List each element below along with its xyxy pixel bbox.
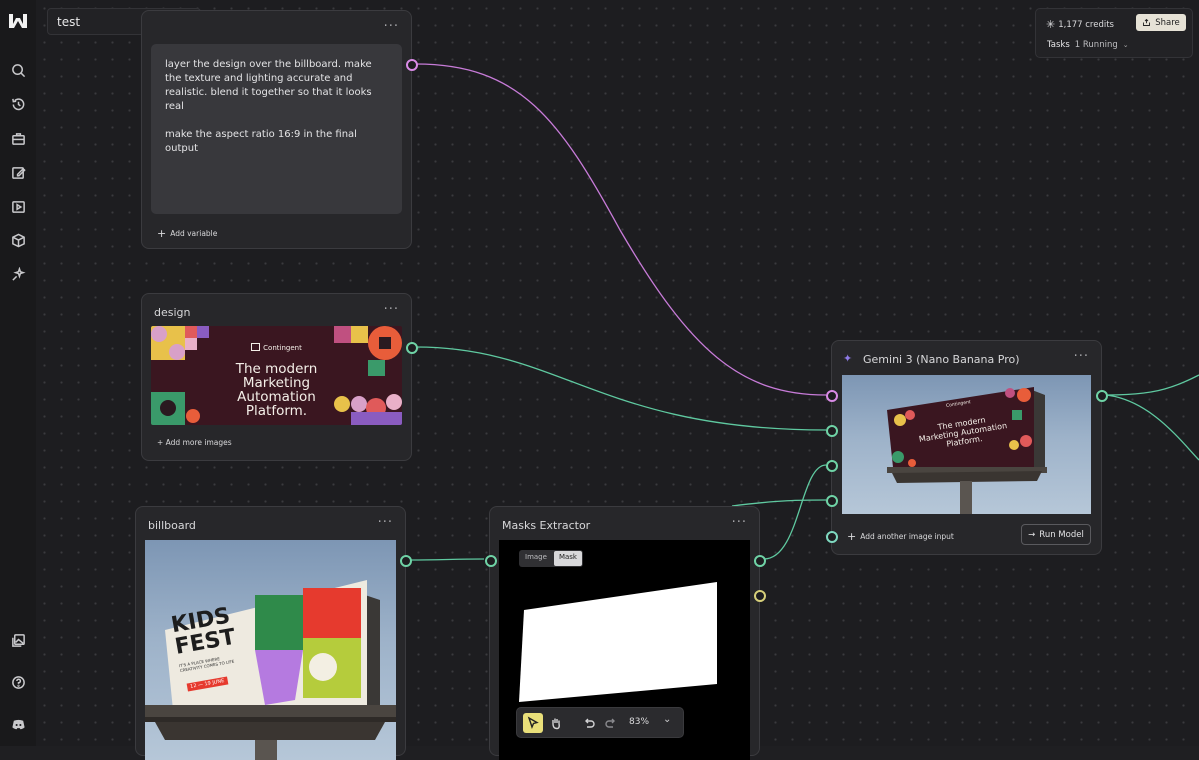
redo-button[interactable] [601, 713, 621, 733]
gemini-output-image: Contingent The modern Marketing Automati… [842, 375, 1091, 514]
add-image-input-button[interactable]: + Add another image input [847, 530, 954, 543]
add-more-images-label: + Add more images [157, 438, 232, 447]
chevron-down-icon: ⌄ [1122, 41, 1129, 49]
prompt-textarea[interactable]: layer the design over the billboard. mak… [151, 44, 402, 214]
pan-tool-button[interactable] [546, 713, 566, 733]
zoom-chevron-down-icon[interactable]: ⌄ [663, 714, 671, 725]
masks-input-port[interactable] [485, 555, 497, 567]
billboard-node-title: billboard [148, 519, 196, 532]
image-mask-toggle[interactable]: Image Mask [519, 550, 583, 567]
billboard-image: KIDS FEST IT'S A PLACE WHERE CREATIVITY … [145, 540, 396, 760]
gemini-sparkle-icon: ✦ [843, 352, 853, 365]
gemini-node-menu-icon[interactable]: ··· [1074, 349, 1089, 364]
share-label: Share [1155, 17, 1180, 28]
gemini-node[interactable]: ✦ Gemini 3 (Nano Banana Pro) ··· Conting… [831, 340, 1102, 555]
gemini-node-title: Gemini 3 (Nano Banana Pro) [863, 353, 1020, 366]
run-model-button[interactable]: → Run Model [1021, 524, 1091, 545]
masks-output-port-mask[interactable] [754, 590, 766, 602]
masks-node-menu-icon[interactable]: ··· [732, 515, 747, 530]
plus-icon: + [847, 530, 857, 543]
search-icon[interactable] [8, 60, 28, 80]
gemini-output-port[interactable] [1096, 390, 1108, 402]
left-sidebar [0, 0, 37, 746]
gallery-icon[interactable] [8, 630, 28, 650]
prompt-node[interactable]: ··· layer the design over the billboard.… [141, 10, 412, 249]
cube-icon[interactable] [8, 230, 28, 250]
hand-icon [552, 718, 560, 730]
sparkle-wand-icon[interactable] [8, 264, 28, 284]
banner-logo-text: Contingent [151, 343, 402, 352]
add-variable-label: Add variable [170, 229, 218, 238]
discord-icon[interactable] [8, 714, 28, 734]
run-model-label: Run Model [1039, 529, 1084, 540]
history-icon[interactable] [8, 94, 28, 114]
undo-button[interactable] [579, 713, 599, 733]
tab-image[interactable]: Image [520, 551, 552, 566]
credits-panel: ✳ 1,177 credits Share Tasks 1 Running ⌄ [1035, 8, 1193, 58]
add-more-images-button[interactable]: + Add more images [157, 438, 232, 447]
undo-icon [585, 718, 595, 728]
video-icon[interactable] [8, 196, 28, 216]
tasks-label: Tasks [1047, 40, 1070, 50]
gemini-input-port-4[interactable] [826, 531, 838, 543]
prompt-output-port[interactable] [406, 59, 418, 71]
briefcase-icon[interactable] [8, 128, 28, 148]
help-icon[interactable] [8, 672, 28, 692]
gemini-input-port-1[interactable] [826, 425, 838, 437]
design-image: Contingent The modern Marketing Automati… [151, 326, 402, 425]
cursor-icon [527, 716, 539, 729]
design-output-port[interactable] [406, 342, 418, 354]
billboard-node-menu-icon[interactable]: ··· [378, 515, 393, 530]
app-logo-icon[interactable] [7, 12, 29, 30]
zoom-level[interactable]: 83% [629, 717, 649, 727]
billboard-node[interactable]: billboard ··· KIDS FEST IT'S A PLACE WHE… [135, 506, 406, 760]
add-image-input-label: Add another image input [860, 532, 954, 541]
tasks-status: 1 Running [1074, 40, 1118, 50]
credits-display: ✳ 1,177 credits [1046, 18, 1114, 31]
banner-headline: The modern Marketing Automation Platform… [235, 361, 318, 419]
design-node-menu-icon[interactable]: ··· [384, 302, 399, 317]
credits-label: 1,177 credits [1058, 19, 1114, 30]
share-icon [1143, 18, 1151, 26]
add-variable-button[interactable]: + Add variable [157, 227, 217, 240]
masks-node-title: Masks Extractor [502, 519, 591, 532]
prompt-text-2: make the aspect ratio 16:9 in the final … [165, 129, 361, 154]
billboard-output-port[interactable] [400, 555, 412, 567]
canvas-toolbar: 83% ⌄ [516, 707, 684, 738]
share-button[interactable]: Share [1136, 14, 1186, 31]
contingent-logo-icon [251, 343, 261, 351]
masks-output-port-image[interactable] [754, 555, 766, 567]
design-node[interactable]: design ··· Contingent The modern Marketi… [141, 293, 412, 461]
poster-title: KIDS FEST [169, 603, 238, 660]
plus-icon: + [157, 227, 167, 240]
tab-mask[interactable]: Mask [553, 551, 582, 566]
arrow-right-icon: → [1028, 529, 1036, 540]
redo-icon [605, 718, 615, 728]
gemini-input-port-2[interactable] [826, 460, 838, 472]
asterisk-icon: ✳ [1046, 18, 1056, 31]
tasks-dropdown[interactable]: Tasks 1 Running ⌄ [1047, 40, 1129, 50]
gemini-input-port-prompt[interactable] [826, 390, 838, 402]
prompt-text-1: layer the design over the billboard. mak… [165, 59, 375, 112]
prompt-node-menu-icon[interactable]: ··· [384, 19, 399, 34]
design-node-title: design [154, 306, 191, 319]
edit-icon[interactable] [8, 162, 28, 182]
gemini-input-port-3[interactable] [826, 495, 838, 507]
select-tool-button[interactable] [523, 713, 543, 733]
